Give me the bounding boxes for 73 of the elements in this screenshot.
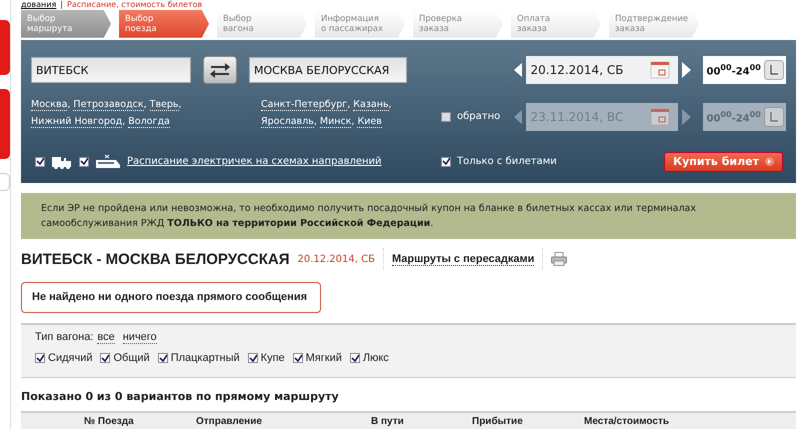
locomotive-icon bbox=[51, 154, 73, 169]
return-checkbox[interactable] bbox=[441, 112, 451, 122]
return-label: обратно bbox=[457, 111, 500, 122]
time-text: 00$^{00}$-24$^{00}$ bbox=[706, 110, 761, 124]
to-field[interactable]: МОСКВА БЕЛОРУССКАЯ bbox=[249, 56, 407, 83]
next-date-icon[interactable] bbox=[682, 62, 690, 78]
separator-text: | bbox=[60, 0, 63, 9]
comma-text: , bbox=[314, 116, 317, 127]
city-link[interactable]: Санкт-Петербург bbox=[261, 98, 348, 111]
wagon-type-checkbox[interactable] bbox=[350, 353, 360, 364]
suburban-checkbox[interactable] bbox=[79, 156, 89, 167]
wagon-type-checkbox[interactable] bbox=[248, 353, 258, 364]
clock-icon[interactable] bbox=[764, 60, 784, 80]
comma-text: , bbox=[351, 116, 354, 127]
schedule-link[interactable]: Расписание, стоимость билетов bbox=[67, 0, 202, 9]
wagon-type-label: Мягкий bbox=[306, 352, 342, 364]
print-icon[interactable] bbox=[551, 252, 568, 266]
wagon-type-label: Общий bbox=[113, 352, 150, 364]
error-message: Не найдено ни одного поезда прямого сообщения bbox=[21, 282, 321, 314]
nav-link[interactable]: дования bbox=[21, 0, 56, 9]
comma-text: , bbox=[178, 98, 182, 110]
date-field[interactable]: 20.12.2014, СБ bbox=[526, 56, 678, 84]
suburban-schedule-link[interactable]: Расписание электричек на схемах направлений bbox=[127, 156, 382, 168]
city-link[interactable]: Нижний Новгород bbox=[31, 116, 122, 128]
step-tab[interactable]: Выбор поезда bbox=[119, 10, 209, 38]
arrow-icon bbox=[765, 157, 774, 166]
wagon-type-checkbox[interactable] bbox=[158, 353, 168, 364]
previous-date-icon[interactable] bbox=[514, 62, 522, 78]
route-date: 20.12.2014, СБ bbox=[297, 254, 375, 265]
wagon-type-label: Купе bbox=[260, 352, 285, 364]
from-field[interactable]: ВИТЕБСК bbox=[31, 56, 191, 83]
city-link[interactable]: Казань bbox=[353, 98, 389, 111]
select-none-link[interactable]: ничего bbox=[122, 331, 157, 344]
comma-text: , bbox=[122, 116, 126, 127]
city-link[interactable]: Вологда bbox=[128, 116, 170, 128]
column-header: В пути bbox=[371, 414, 405, 429]
select-all-link[interactable]: все bbox=[97, 331, 115, 344]
buy-ticket-button[interactable]: Купить билет bbox=[664, 152, 783, 172]
calendar-icon[interactable] bbox=[650, 60, 670, 79]
electric-train-icon bbox=[95, 154, 121, 170]
city-link[interactable]: Киев bbox=[357, 116, 382, 128]
column-header: Места/стоимость bbox=[584, 414, 669, 429]
time-text: 00$^{00}$-24$^{00}$ bbox=[706, 62, 761, 77]
comma-text: , bbox=[67, 98, 70, 110]
wagon-type-label: Тип вагона: bbox=[35, 331, 94, 344]
wagon-type-checkbox[interactable] bbox=[35, 353, 45, 364]
wagon-type-checkbox[interactable] bbox=[292, 353, 303, 364]
wagon-type-checkbox[interactable] bbox=[100, 353, 110, 364]
city-link[interactable]: Москва bbox=[31, 98, 68, 111]
wagon-type-label: Сидячий bbox=[48, 352, 92, 364]
column-header: Отправление bbox=[196, 414, 263, 429]
wagon-type-label: Плацкартный bbox=[170, 352, 240, 364]
only-tickets-label: Только с билетами bbox=[457, 156, 557, 168]
results-summary: Показано 0 из 0 вариантов по прямому маршруту bbox=[21, 390, 340, 403]
comma-text: , bbox=[388, 98, 392, 110]
train-checkbox[interactable] bbox=[35, 156, 45, 167]
transfers-link[interactable]: Маршруты с пересадками bbox=[392, 252, 534, 266]
city-link[interactable]: Тверь bbox=[150, 98, 179, 111]
comma-text: , bbox=[144, 98, 147, 110]
wagon-type-label: Люкс bbox=[362, 352, 389, 364]
swap-icon bbox=[209, 62, 231, 78]
city-link[interactable]: Ярославль bbox=[261, 116, 314, 128]
swap-button[interactable] bbox=[203, 56, 237, 84]
city-link[interactable]: Минск bbox=[320, 116, 352, 128]
route-title: ВИТЕБСК - МОСКВА БЕЛОРУССКАЯ bbox=[21, 250, 290, 268]
only-tickets-checkbox[interactable] bbox=[441, 156, 451, 167]
column-header: Прибытие bbox=[472, 414, 524, 429]
time-field[interactable]: 00$^{00}$-24$^{00}$ bbox=[702, 56, 786, 84]
notice-text: Если ЭР не пройдена или невозможна, то необходимо получить посадочный купон на бланке в билетных кассах или терминалах самообслуживания РЖД ТОЛЬКО на территории Российской Федерации. bbox=[41, 202, 696, 229]
date-text: 20.12.2014, СБ bbox=[530, 62, 624, 77]
comma-text: , bbox=[347, 98, 350, 110]
city-link[interactable]: Петрозаводск bbox=[73, 98, 144, 111]
column-header: № Поезда bbox=[84, 414, 135, 429]
